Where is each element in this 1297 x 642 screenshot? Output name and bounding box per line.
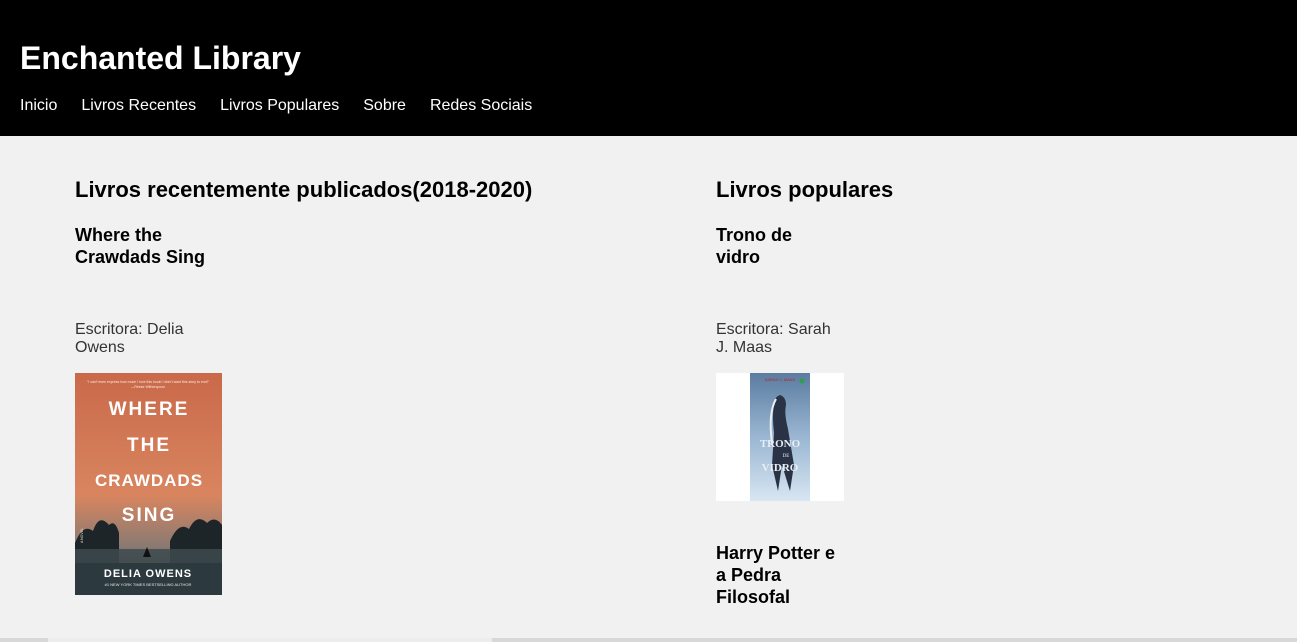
cover-author-top: SARAH J. MAAS [765, 377, 796, 382]
book-cover-crawdads[interactable]: "I can't even express how much I love th… [75, 373, 222, 595]
cover-blurb-attribution: —Reese Witherspoon [131, 385, 165, 389]
book-title-line: Harry Potter e [716, 543, 836, 563]
site-header: Enchanted Library Inicio Livros Recentes… [0, 0, 1297, 136]
cover-title-word: WHERE [109, 399, 190, 420]
cover-side-label: A NOVEL [80, 528, 84, 543]
horizontal-scrollbar[interactable] [0, 638, 1297, 642]
author-line: J. Maas [716, 339, 773, 356]
nav-link-sobre[interactable]: Sobre [363, 96, 406, 116]
book-title-line: a Pedra [716, 565, 782, 585]
book-author-trono-de-vidro: Escritora: Sarah J. Maas [716, 321, 831, 357]
nav-link-redes-sociais[interactable]: Redes Sociais [430, 96, 532, 116]
cover-blurb: "I can't even express how much I love th… [87, 380, 210, 384]
recent-section-heading: Livros recentemente publicados(2018-2020… [75, 177, 533, 202]
cover-title-word: CRAWDADS [95, 471, 203, 490]
cover-title-word: THE [127, 435, 171, 456]
book-title-line: Trono de [716, 225, 792, 245]
publisher-logo-icon [799, 378, 805, 384]
cover-author: DELIA OWENS [104, 568, 192, 580]
book-title-crawdads: Where the Crawdads Sing [75, 224, 205, 268]
scrollbar-thumb[interactable] [48, 638, 492, 642]
author-line: Escritora: Delia [75, 321, 184, 338]
nav-link-livros-recentes[interactable]: Livros Recentes [81, 96, 196, 116]
popular-section-heading: Livros populares [716, 177, 894, 202]
cover-title-word: DE [783, 454, 790, 459]
author-line: Owens [75, 339, 125, 356]
book-cover-trono-de-vidro[interactable]: SARAH J. MAAS TRONO DE VIDRO [716, 373, 844, 501]
cover-title-word: TRONO [760, 438, 801, 450]
author-line: Escritora: Sarah [716, 321, 831, 338]
book-title-line: Crawdads Sing [75, 247, 206, 267]
cover-title-word: SING [122, 505, 176, 526]
main-nav: Inicio Livros Recentes Livros Populares … [20, 96, 532, 116]
book-title-line: vidro [716, 247, 761, 267]
book-title-line: Filosofal [716, 587, 791, 607]
book-cover-trono-art: SARAH J. MAAS TRONO DE VIDRO [716, 373, 844, 501]
cover-title-word: VIDRO [762, 462, 799, 474]
book-title-trono-de-vidro: Trono de vidro [716, 224, 792, 268]
book-title-harry-potter: Harry Potter e a Pedra Filosofal [716, 542, 835, 608]
nav-link-livros-populares[interactable]: Livros Populares [220, 96, 339, 116]
book-cover-crawdads-art: "I can't even express how much I love th… [75, 373, 222, 595]
site-title: Enchanted Library [20, 40, 301, 76]
nav-link-inicio[interactable]: Inicio [20, 96, 57, 116]
book-author-crawdads: Escritora: Delia Owens [75, 321, 183, 357]
cover-tagline: #1 NEW YORK TIMES BESTSELLING AUTHOR [105, 582, 192, 587]
book-title-line: Where the [75, 225, 163, 245]
